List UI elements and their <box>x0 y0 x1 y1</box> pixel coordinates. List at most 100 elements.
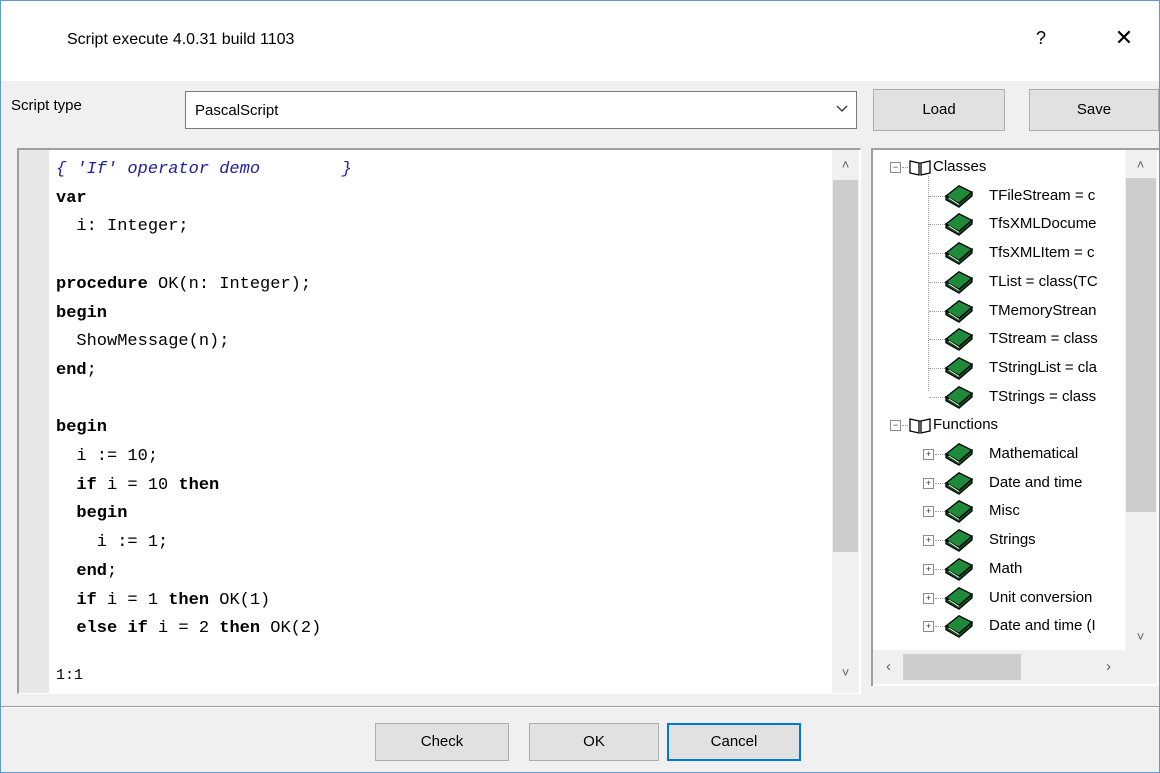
green-book-icon <box>944 500 974 524</box>
green-book-icon <box>944 471 974 495</box>
tree-item[interactable]: TFileStream = c <box>873 182 1123 210</box>
tree-horizontal-scrollbar[interactable]: ‹ › <box>873 650 1125 684</box>
footer-divider <box>1 706 1159 708</box>
scroll-down-icon[interactable]: ˅ <box>832 662 859 684</box>
expand-toggle-icon[interactable]: + <box>923 621 934 633</box>
tree-item[interactable]: TfsXMLItem = c <box>873 239 1123 267</box>
code-line: ShowMessage(n); <box>56 332 230 352</box>
expand-toggle-icon[interactable]: + <box>923 592 934 604</box>
expand-toggle-icon[interactable]: + <box>923 506 934 518</box>
scroll-right-icon[interactable]: › <box>1095 656 1122 678</box>
green-book-icon <box>944 213 974 237</box>
scroll-left-icon[interactable]: ‹ <box>875 656 902 678</box>
green-book-icon <box>944 184 974 208</box>
scroll-down-icon[interactable]: ˅ <box>1127 626 1154 648</box>
tree-item-label: Strings <box>989 531 1036 549</box>
code-line: i := 10; <box>56 447 159 467</box>
collapse-toggle-icon[interactable]: − <box>890 162 901 173</box>
tree-item[interactable]: + Mathematical <box>873 440 1123 468</box>
library-tree[interactable]: ˄ ˅ ‹ › − Classes TFileStream = c TfsXMLDoc… <box>871 148 1159 686</box>
green-book-icon <box>944 270 974 294</box>
tree-connector <box>935 568 945 570</box>
tree-item-label: TStringList = cla <box>989 358 1097 376</box>
open-book-icon <box>909 418 931 435</box>
tree-connector <box>929 224 945 226</box>
help-button[interactable]: ? <box>1026 23 1056 53</box>
tree-connector <box>935 482 945 484</box>
close-button[interactable]: ✕ <box>1109 23 1139 53</box>
code-line: procedure OK(n: Integer); <box>56 274 312 294</box>
tree-item-label: TStream = class <box>989 330 1098 348</box>
save-button[interactable]: Save <box>1029 89 1159 131</box>
tree-scroll-thumb[interactable] <box>1126 178 1156 512</box>
tree-item[interactable]: + Math <box>873 555 1123 583</box>
tree-connector <box>929 253 945 255</box>
dialog-title: Script execute 4.0.31 build 1103 <box>67 31 295 48</box>
tree-item-label: TList = class(TC <box>989 272 1098 290</box>
open-book-icon <box>909 160 931 176</box>
green-book-icon <box>944 299 974 323</box>
tree-item-label: Misc <box>989 502 1020 520</box>
expand-toggle-icon[interactable]: + <box>923 449 934 460</box>
tree-connector <box>935 540 945 542</box>
code-line: var <box>56 188 87 208</box>
ok-button[interactable]: OK <box>529 723 659 761</box>
tree-group-functions[interactable]: − Functions <box>873 411 1123 439</box>
tree-item[interactable]: TStrings = class <box>873 383 1123 411</box>
scroll-up-icon[interactable]: ˄ <box>832 154 859 176</box>
green-book-icon <box>944 557 974 581</box>
tree-item[interactable]: + Date and time <box>873 469 1123 497</box>
script-type-select[interactable]: PascalScript <box>185 91 857 129</box>
cancel-button[interactable]: Cancel <box>667 723 801 761</box>
collapse-toggle-icon[interactable]: − <box>890 420 901 432</box>
tree-connector <box>902 425 908 427</box>
tree-group-classes[interactable]: − Classes <box>873 153 1123 181</box>
tree-connector <box>929 281 945 283</box>
tree-connector <box>935 597 945 599</box>
tree-connector <box>935 511 945 513</box>
tree-item[interactable]: + Date and time (I <box>873 612 1123 640</box>
green-book-icon <box>944 242 974 266</box>
tree-connector <box>935 454 945 455</box>
tree-vertical-scrollbar[interactable]: ˄ ˅ <box>1125 150 1157 650</box>
script-type-label: Script type <box>11 97 82 114</box>
check-button[interactable]: Check <box>375 723 509 761</box>
code-line: begin <box>56 418 108 438</box>
tree-item[interactable]: TStream = class <box>873 325 1123 353</box>
script-editor[interactable]: { 'If' operator demo } var i: Integer; p… <box>17 148 861 694</box>
tree-item-label: Unit conversion <box>989 588 1093 606</box>
tree-group-label: Classes <box>933 158 987 175</box>
tree-item[interactable]: TfsXMLDocume <box>873 210 1123 238</box>
tree-connector <box>929 310 945 312</box>
tree-item[interactable]: + Misc <box>873 497 1123 525</box>
tree-hscroll-thumb[interactable] <box>903 654 1021 680</box>
tree-item-label: Math <box>989 559 1023 577</box>
tree-connector <box>929 339 945 341</box>
tree-item-label: TfsXMLItem = c <box>989 244 1095 262</box>
tree-item[interactable]: TMemoryStrean <box>873 297 1123 325</box>
expand-toggle-icon[interactable]: + <box>923 477 934 489</box>
tree-connector <box>929 396 945 398</box>
tree-item[interactable]: + Unit conversion <box>873 584 1123 612</box>
scroll-up-icon[interactable]: ˄ <box>1127 154 1154 176</box>
code-line: if i = 10 then <box>76 475 220 495</box>
editor-vertical-scrollbar[interactable]: ˄ ˅ <box>832 150 859 693</box>
green-book-icon <box>944 328 974 352</box>
tree-item[interactable]: TStringList = cla <box>873 354 1123 382</box>
tree-group-label: Functions <box>933 416 999 434</box>
green-book-icon <box>944 385 974 409</box>
expand-toggle-icon[interactable]: + <box>923 535 934 547</box>
expand-toggle-icon[interactable]: + <box>923 563 934 575</box>
code-line: end; <box>76 561 118 581</box>
code-line: begin <box>56 303 108 323</box>
code-line: if i = 1 then OK(1) <box>76 590 271 610</box>
tree-connector <box>929 367 945 369</box>
tree-item[interactable]: + Strings <box>873 526 1123 554</box>
editor-scroll-thumb[interactable] <box>833 180 858 552</box>
code-text[interactable]: { 'If' operator demo } var i: Integer; p… <box>56 156 352 644</box>
tree-item-label: TStrings = class <box>989 387 1097 405</box>
tree-connector <box>929 195 945 197</box>
code-line: i := 1; <box>56 533 169 553</box>
tree-item[interactable]: TList = class(TC <box>873 268 1123 296</box>
load-button[interactable]: Load <box>873 89 1005 131</box>
